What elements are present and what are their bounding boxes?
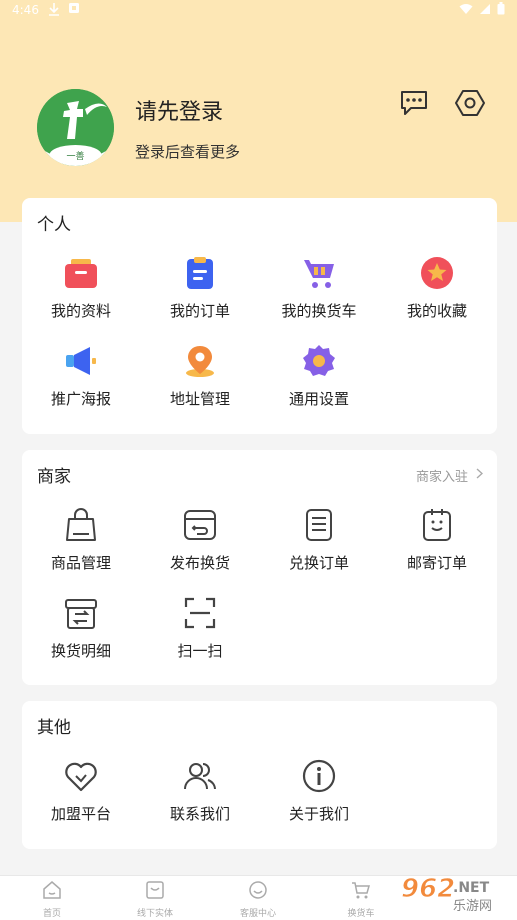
tab-home[interactable]: 首页 (2, 880, 102, 919)
my-favorites-item[interactable]: 我的收藏 (378, 256, 496, 321)
item-label: 加盟平台 (50, 805, 111, 823)
wifi-icon (459, 3, 473, 18)
handshake-heart-icon (64, 759, 98, 793)
tab-label: 换货车 (347, 909, 375, 919)
contact-us-item[interactable]: 联系我们 (141, 759, 259, 824)
svg-text:乐游网: 乐游网 (453, 899, 492, 914)
general-settings-item[interactable]: 通用设置 (260, 344, 378, 409)
cart-tab-icon (351, 880, 371, 904)
contacts-icon (183, 759, 217, 793)
gear-icon (302, 344, 336, 378)
star-icon (420, 256, 454, 290)
promo-poster-item[interactable]: 推广海报 (22, 344, 140, 409)
scan-item[interactable]: 扫一扫 (141, 596, 259, 661)
mail-order-icon (420, 508, 454, 542)
other-card: 其他 加盟平台 联系我们 关于我们 (22, 701, 497, 849)
my-cart-item[interactable]: 我的换货车 (260, 256, 378, 321)
item-label: 通用设置 (288, 390, 349, 408)
login-subtitle: 登录后查看更多 (135, 143, 241, 161)
status-time: 4:46 (12, 3, 39, 17)
avatar-logo-icon: 一善 (37, 89, 114, 166)
item-label: 联系我们 (169, 805, 230, 823)
redeem-orders-item[interactable]: 兑换订单 (260, 508, 378, 573)
swap-detail-icon (64, 596, 98, 630)
about-us-item[interactable]: 关于我们 (260, 759, 378, 824)
svg-text:962: 962 (401, 874, 455, 904)
other-title: 其他 (37, 718, 71, 738)
chevron-right-icon (476, 468, 484, 483)
personal-title: 个人 (37, 215, 71, 235)
megaphone-icon (64, 344, 98, 378)
item-label: 扫一扫 (177, 642, 223, 660)
item-label: 关于我们 (288, 805, 349, 823)
site-watermark: 962 .NET 乐游网 (393, 872, 513, 916)
document-icon (302, 508, 336, 542)
merchant-title: 商家 (37, 467, 71, 487)
item-label: 我的收藏 (406, 302, 467, 320)
notification-icon (68, 2, 80, 19)
tab-label: 客服中心 (239, 909, 276, 919)
store-icon (145, 880, 165, 904)
item-label: 我的换货车 (281, 302, 357, 320)
item-label: 发布换货 (169, 554, 230, 572)
cart-icon (302, 256, 336, 290)
item-label: 地址管理 (169, 390, 230, 408)
item-label: 邮寄订单 (406, 554, 467, 572)
profile-card-icon (64, 256, 98, 290)
publish-exchange-item[interactable]: 发布换货 (141, 508, 259, 573)
home-icon (42, 880, 62, 904)
merchant-join-label: 商家入驻 (415, 470, 468, 485)
battery-icon (497, 2, 505, 18)
mail-orders-item[interactable]: 邮寄订单 (378, 508, 496, 573)
item-label: 兑换订单 (288, 554, 349, 572)
item-label: 换货明细 (50, 642, 111, 660)
my-orders-item[interactable]: 我的订单 (141, 256, 259, 321)
status-bar: 4:46 (0, 0, 517, 22)
merchant-card: 商家 商家入驻 商品管理 发布换货 兑换订单 邮寄订单 换货明细 扫一扫 (22, 450, 497, 685)
svg-text:.NET: .NET (453, 880, 490, 896)
address-manage-item[interactable]: 地址管理 (141, 344, 259, 409)
shopping-bag-icon (64, 508, 98, 542)
join-platform-item[interactable]: 加盟平台 (22, 759, 140, 824)
signal-icon (479, 3, 491, 18)
item-label: 商品管理 (50, 554, 111, 572)
download-icon (48, 2, 60, 19)
service-icon (248, 880, 268, 904)
avatar[interactable]: 一善 (37, 89, 114, 166)
svg-text:一善: 一善 (66, 150, 84, 162)
item-label: 我的资料 (50, 302, 111, 320)
exchange-detail-item[interactable]: 换货明细 (22, 596, 140, 661)
tab-service-center[interactable]: 客服中心 (208, 880, 308, 919)
order-list-icon (183, 256, 217, 290)
item-label: 我的订单 (169, 302, 230, 320)
info-icon (302, 759, 336, 793)
tab-label: 首页 (42, 909, 61, 919)
item-label: 推广海报 (50, 390, 111, 408)
message-icon[interactable] (399, 88, 429, 118)
tab-offline-store[interactable]: 线下实体 (105, 880, 205, 919)
my-profile-item[interactable]: 我的资料 (22, 256, 140, 321)
login-title[interactable]: 请先登录 (135, 94, 223, 126)
scan-icon (183, 596, 217, 630)
location-pin-icon (183, 344, 217, 378)
merchant-join-link[interactable]: 商家入驻 (415, 466, 484, 485)
settings-icon[interactable] (455, 88, 485, 118)
exchange-box-icon (183, 508, 217, 542)
goods-manage-item[interactable]: 商品管理 (22, 508, 140, 573)
personal-card: 个人 我的资料 我的订单 我的换货车 我的收藏 推广海报 地址管理 通用设置 (22, 198, 497, 434)
tab-label: 线下实体 (136, 909, 173, 919)
